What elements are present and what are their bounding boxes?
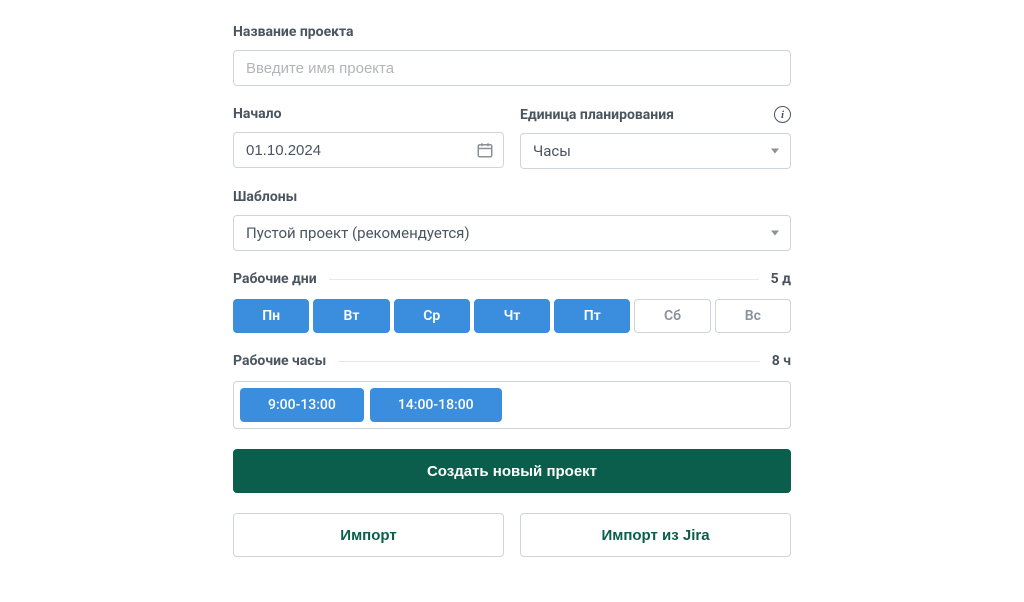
import-jira-button[interactable]: Импорт из Jira — [520, 513, 791, 557]
chevron-down-icon — [771, 231, 779, 236]
day-toggle-5[interactable]: Сб — [634, 299, 710, 333]
start-date-label: Начало — [233, 106, 504, 122]
workhours-count: 8 ч — [772, 353, 791, 369]
planning-unit-value: Часы — [533, 142, 571, 160]
day-toggle-1[interactable]: Вт — [313, 299, 389, 333]
templates-label: Шаблоны — [233, 189, 791, 205]
start-date-field: Начало — [233, 106, 504, 169]
day-toggle-2[interactable]: Ср — [394, 299, 470, 333]
divider — [338, 361, 760, 362]
calendar-icon[interactable] — [476, 141, 494, 159]
templates-select[interactable]: Пустой проект (рекомендуется) — [233, 215, 791, 251]
workhours-container[interactable]: 9:00-13:0014:00-18:00 — [233, 381, 791, 429]
day-toggle-4[interactable]: Пт — [554, 299, 630, 333]
info-icon[interactable]: i — [774, 106, 791, 123]
workdays-section: Рабочие дни 5 д ПнВтСрЧтПтСбВс — [233, 271, 791, 333]
project-name-input[interactable] — [233, 50, 791, 86]
hour-range-1[interactable]: 14:00-18:00 — [370, 388, 502, 422]
project-name-label: Название проекта — [233, 24, 791, 40]
project-name-field: Название проекта — [233, 24, 791, 86]
chevron-down-icon — [771, 149, 779, 154]
start-date-input[interactable] — [233, 132, 504, 168]
workdays-grid: ПнВтСрЧтПтСбВс — [233, 299, 791, 333]
templates-value: Пустой проект (рекомендуется) — [246, 224, 470, 242]
planning-unit-field: Единица планирования i Часы — [520, 106, 791, 169]
divider — [329, 279, 759, 280]
workhours-section: Рабочие часы 8 ч 9:00-13:0014:00-18:00 — [233, 353, 791, 429]
workdays-title: Рабочие дни — [233, 271, 317, 287]
import-button[interactable]: Импорт — [233, 513, 504, 557]
hour-range-0[interactable]: 9:00-13:00 — [240, 388, 364, 422]
planning-unit-label: Единица планирования — [520, 107, 674, 123]
day-toggle-0[interactable]: Пн — [233, 299, 309, 333]
day-toggle-3[interactable]: Чт — [474, 299, 550, 333]
workdays-count: 5 д — [771, 271, 791, 287]
planning-unit-select[interactable]: Часы — [520, 133, 791, 169]
create-project-button[interactable]: Создать новый проект — [233, 449, 791, 493]
templates-field: Шаблоны Пустой проект (рекомендуется) — [233, 189, 791, 251]
day-toggle-6[interactable]: Вс — [715, 299, 791, 333]
workhours-title: Рабочие часы — [233, 353, 326, 369]
